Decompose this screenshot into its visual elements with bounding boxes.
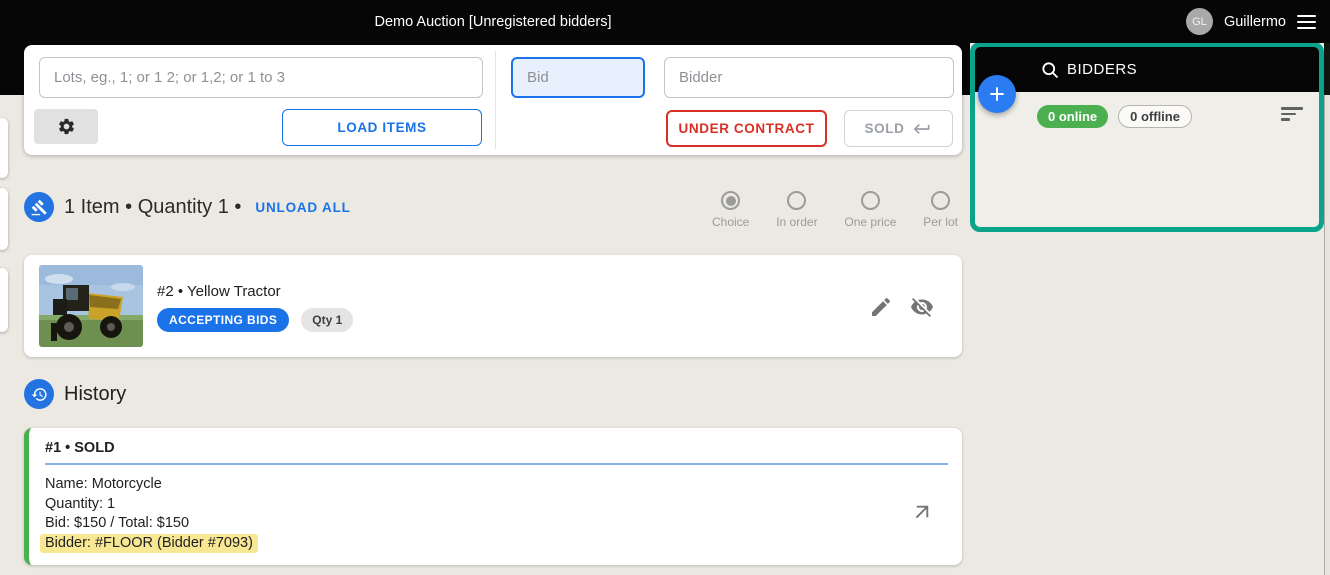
history-title: History: [64, 382, 127, 405]
sort-icon[interactable]: [1281, 107, 1303, 121]
page-title: Demo Auction [Unregistered bidders]: [374, 13, 612, 30]
history-header: History: [24, 379, 126, 409]
history-entry-card: #1 • SOLD Name: Motorcycle Quantity: 1 B…: [24, 428, 962, 565]
radio-per-lot-circle[interactable]: [931, 191, 951, 210]
qty-badge: Qty 1: [301, 308, 354, 332]
sale-mode-radio-group: Choice In order One price Per lot: [712, 191, 958, 229]
history-icon: [24, 379, 54, 409]
item-title: #2 • Yellow Tractor: [157, 283, 281, 300]
enter-key-icon: [914, 123, 930, 134]
items-summary: 1 Item • Quantity 1 •: [64, 195, 242, 218]
radio-in-order[interactable]: In order: [776, 191, 818, 229]
user-name: Guillermo: [1223, 13, 1286, 30]
bidder-input[interactable]: [664, 57, 954, 98]
loaded-items-header: 1 Item • Quantity 1 • UNLOAD ALL: [24, 192, 351, 222]
load-items-button[interactable]: LOAD ITEMS: [282, 109, 482, 146]
auction-app: Demo Auction [Unregistered bidders] GL G…: [0, 0, 1330, 575]
radio-choice[interactable]: Choice: [712, 191, 749, 229]
item-badges: ACCEPTING BIDS Qty 1: [157, 308, 354, 332]
history-entry-line: Name: Motorcycle: [45, 476, 162, 492]
history-entry-line: Bid: $150 / Total: $150: [45, 515, 190, 531]
bidders-panel-body: 0 online 0 offline: [975, 92, 1319, 227]
under-contract-button[interactable]: UNDER CONTRACT: [666, 110, 827, 147]
hide-item-icon[interactable]: [910, 295, 934, 319]
left-panel-peek-card: [0, 118, 8, 178]
lots-input[interactable]: [39, 57, 483, 98]
control-card-divider: [495, 51, 496, 149]
search-icon[interactable]: [1040, 60, 1060, 80]
bidders-panel-header: BIDDERS: [975, 47, 1319, 92]
online-count-badge: 0 online: [1037, 105, 1109, 128]
history-entry-header: #1 • SOLD: [45, 440, 115, 456]
item-actions: [869, 295, 934, 319]
hamburger-menu-icon[interactable]: [1297, 14, 1316, 29]
add-bidder-button[interactable]: [978, 75, 1016, 113]
radio-in-order-circle[interactable]: [787, 191, 807, 210]
status-badge: ACCEPTING BIDS: [157, 308, 290, 332]
history-winning-bidder: Bidder: #FLOOR (Bidder #7093): [40, 533, 258, 553]
history-entry-line: Quantity: 1: [45, 495, 116, 512]
gear-icon: [58, 118, 74, 135]
radio-choice-circle[interactable]: [721, 191, 741, 210]
radio-one-price[interactable]: One price: [844, 191, 896, 229]
radio-one-price-circle[interactable]: [860, 191, 880, 210]
left-panel-peek-card: [0, 268, 8, 332]
avatar[interactable]: GL: [1185, 8, 1213, 35]
left-panel-peek-card: [0, 188, 8, 250]
radio-one-price-label: One price: [844, 215, 897, 229]
auction-control-card: LOAD ITEMS UNDER CONTRACT SOLD: [24, 45, 962, 155]
bidder-status-badges: 0 online 0 offline: [1037, 105, 1192, 128]
sold-button-label: SOLD: [864, 121, 905, 136]
plus-icon: [990, 87, 1004, 101]
history-entry-divider: [45, 463, 948, 465]
radio-per-lot-label: Per lot: [923, 215, 958, 229]
radio-in-order-label: In order: [776, 215, 818, 229]
radio-per-lot[interactable]: Per lot: [923, 191, 958, 229]
arrow-outward-icon[interactable]: [911, 500, 934, 523]
unload-all-button[interactable]: UNLOAD ALL: [255, 200, 350, 215]
radio-choice-label: Choice: [712, 215, 750, 229]
bid-input[interactable]: [511, 57, 645, 98]
settings-button[interactable]: [34, 109, 98, 144]
item-card[interactable]: #2 • Yellow Tractor ACCEPTING BIDS Qty 1: [24, 255, 962, 357]
bidders-panel: BIDDERS 0 online 0 offline: [970, 42, 1324, 232]
next-panel-edge-header: [1324, 43, 1330, 95]
offline-count-badge: 0 offline: [1118, 105, 1192, 128]
app-bar: Demo Auction [Unregistered bidders] GL G…: [0, 0, 1330, 43]
next-panel-edge-body: [1324, 95, 1330, 575]
user-menu[interactable]: GL Guillermo: [1185, 0, 1316, 43]
gavel-icon: [24, 192, 54, 222]
bidders-panel-title: BIDDERS: [1067, 61, 1138, 78]
edit-icon[interactable]: [869, 295, 893, 319]
item-photo: [39, 265, 143, 347]
sold-button[interactable]: SOLD: [844, 110, 953, 147]
